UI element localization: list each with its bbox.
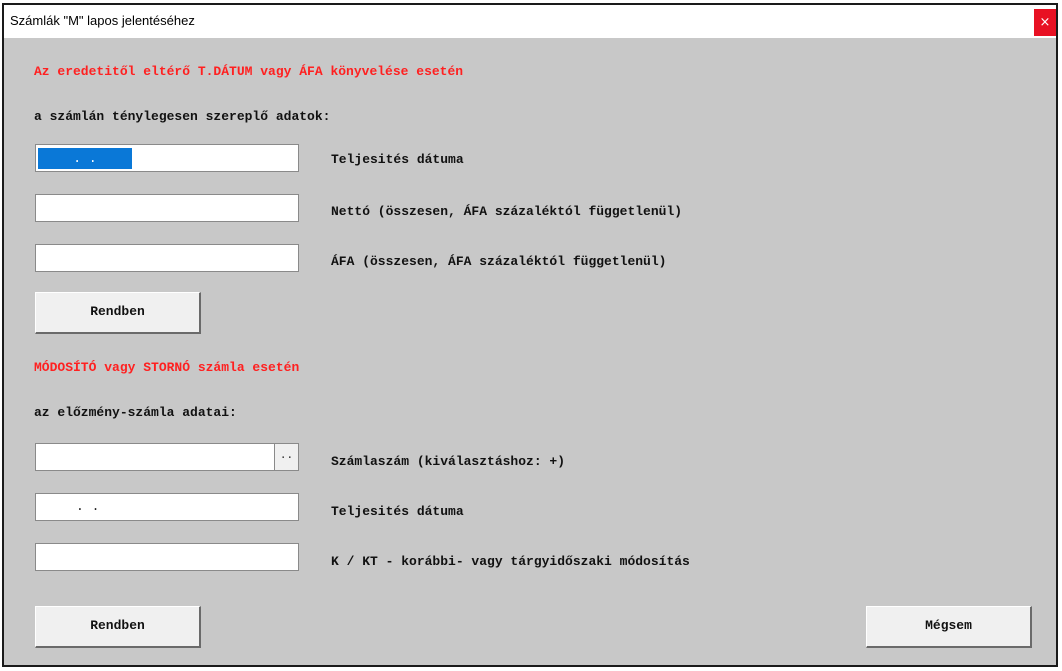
browse-button[interactable]: ..: [274, 444, 298, 470]
modification-type-label: K / KT - korábbi- vagy tárgyidőszaki mód…: [331, 554, 690, 569]
section1-subheading: a számlán ténylegesen szereplő adatok:: [34, 109, 331, 124]
section2-subheading: az előzmény-számla adatai:: [34, 405, 237, 420]
cancel-button[interactable]: Mégsem: [866, 606, 1032, 648]
window-title: Számlák "M" lapos jelentéséhez: [10, 13, 195, 28]
vat-amount-label: ÁFA (összesen, ÁFA százaléktól független…: [331, 254, 667, 269]
dialog-content: Az eredetitől eltérő T.DÁTUM vagy ÁFA kö…: [4, 38, 1056, 665]
vat-amount-field[interactable]: [35, 244, 299, 272]
previous-date-value: . .: [76, 499, 100, 514]
title-bar: Számlák "M" lapos jelentéséhez ×: [4, 5, 1056, 38]
previous-date-field[interactable]: . .: [35, 493, 299, 521]
section2-heading: MÓDOSÍTÓ vagy STORNÓ számla esetén: [34, 360, 300, 375]
dialog-window: Számlák "M" lapos jelentéséhez × Az ered…: [2, 3, 1058, 667]
section1-heading: Az eredetitől eltérő T.DÁTUM vagy ÁFA kö…: [34, 64, 464, 79]
net-amount-field[interactable]: [35, 194, 299, 222]
date-selection: . .: [38, 148, 132, 169]
section1-ok-button[interactable]: Rendben: [35, 292, 201, 334]
fulfillment-date-field[interactable]: . .: [35, 144, 299, 172]
fulfillment-date-label: Teljesités dátuma: [331, 152, 464, 167]
invoice-number-label: Számlaszám (kiválasztáshoz: +): [331, 454, 566, 469]
modification-type-field[interactable]: [35, 543, 299, 571]
net-amount-label: Nettó (összesen, ÁFA százaléktól függetl…: [331, 204, 683, 219]
invoice-number-field[interactable]: ..: [35, 443, 299, 471]
previous-date-label: Teljesités dátuma: [331, 504, 464, 519]
section2-ok-button[interactable]: Rendben: [35, 606, 201, 648]
close-icon[interactable]: ×: [1034, 9, 1056, 36]
